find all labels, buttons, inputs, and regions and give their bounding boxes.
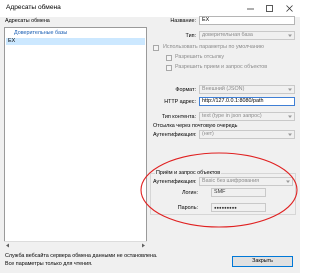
scroll-right-icon: [142, 243, 145, 248]
content-type-select[interactable]: text (type in json запрос): [199, 112, 295, 121]
chevron-down-icon: [288, 133, 292, 136]
list-group-header[interactable]: Доверительные базы: [14, 30, 67, 36]
type-value: доверительная база: [202, 32, 253, 38]
allow-receive-checkbox[interactable]: [166, 65, 172, 71]
content-type-label: Тип контента:: [161, 114, 196, 120]
mail-queue-auth-select[interactable]: (нет): [199, 130, 295, 139]
mail-queue-title: Отсылка через почтовую очередь: [153, 123, 238, 129]
annotation-ellipse: [140, 152, 298, 228]
chevron-down-icon: [288, 34, 292, 37]
minimize-button[interactable]: [246, 4, 255, 13]
mail-queue-auth-label: Аутентификация:: [153, 132, 197, 138]
allow-send-checkbox[interactable]: [166, 55, 172, 61]
recipients-label: Адресаты обмена: [5, 18, 50, 24]
minimize-icon: [247, 8, 254, 10]
window-title: Адресаты обмена: [6, 4, 61, 11]
format-label: Формат:: [175, 87, 196, 93]
close-button[interactable]: Закрыть: [232, 256, 293, 267]
chevron-down-icon: [288, 88, 292, 91]
close-window-button[interactable]: [285, 4, 294, 13]
type-select[interactable]: доверительная база: [199, 31, 295, 40]
format-select[interactable]: Внешний (JSON): [199, 85, 295, 94]
allow-receive-label: Разрешить прием и запрос объектов: [175, 64, 268, 70]
status-line-2: Все параметры только для чтения.: [5, 261, 93, 267]
use-default-label: Использовать параметры по умолчанию: [163, 44, 264, 50]
status-line-1: Служба вебсайта сервера обмена данными н…: [5, 253, 158, 259]
scroll-left-icon: [6, 243, 9, 248]
http-address-field[interactable]: http://127.0.0.1:8080/path: [199, 97, 295, 106]
mail-queue-auth-value: (нет): [202, 131, 214, 137]
chevron-down-icon: [288, 115, 292, 118]
name-field[interactable]: EX: [199, 16, 295, 25]
horizontal-scrollbar[interactable]: [4, 241, 147, 248]
type-label: Тип:: [185, 33, 196, 39]
format-value: Внешний (JSON): [202, 86, 245, 92]
title-bar: Адресаты обмена: [0, 0, 300, 17]
list-item[interactable]: EX: [6, 38, 145, 45]
content-type-value: text (type in json запрос): [202, 113, 262, 119]
close-icon: [286, 5, 293, 12]
http-label: HTTP адрес:: [164, 99, 196, 105]
recipients-list[interactable]: Доверительные базы EX: [4, 27, 147, 247]
allow-send-label: Разрешить отсылку: [175, 54, 225, 60]
maximize-icon: [266, 5, 273, 12]
name-label: Название:: [170, 18, 196, 24]
maximize-button[interactable]: [265, 4, 274, 13]
use-default-checkbox[interactable]: [153, 45, 159, 51]
